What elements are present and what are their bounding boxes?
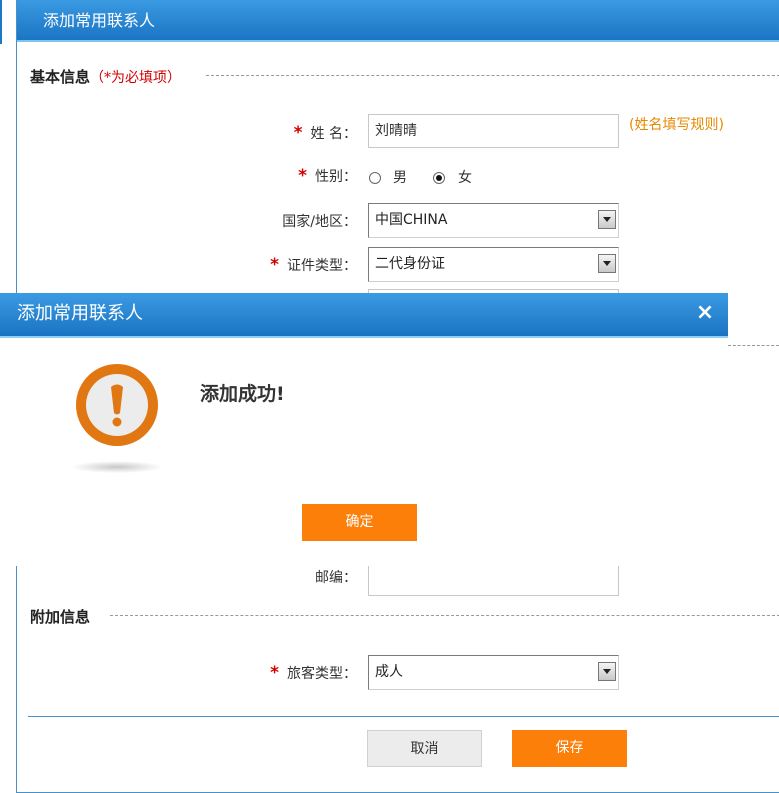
postcode-label: 邮编： [207, 567, 357, 587]
required-star: * [298, 166, 307, 186]
basic-info-heading: 基本信息 [30, 68, 91, 86]
passenger-type-label: * 旅客类型： [207, 663, 357, 683]
passenger-type-label-text: 旅客类型： [287, 666, 357, 682]
name-rule-link[interactable]: (姓名填写规则) [629, 114, 724, 134]
id-type-select-value: 二代身份证 [375, 256, 445, 272]
required-star: * [270, 255, 279, 275]
gender-label-text: 性别： [315, 169, 357, 185]
save-button[interactable]: 保存 [512, 730, 627, 767]
name-input[interactable]: 刘晴晴 [368, 114, 619, 148]
country-select[interactable]: 中国CHINA [368, 203, 619, 238]
left-edge-accent [0, 0, 2, 44]
dialog-title: 添加常用联系人 [17, 303, 143, 324]
confirm-button[interactable]: 确定 [302, 504, 417, 541]
gender-male-label: 男 [393, 170, 407, 186]
passenger-type-select[interactable]: 成人 [368, 655, 619, 690]
country-label: 国家/地区： [207, 211, 357, 231]
name-label: * 姓 名： [207, 123, 357, 143]
success-dialog: 添加常用联系人 × 添加成功! 确定 [0, 293, 779, 566]
name-label-text: 姓 名： [310, 126, 357, 142]
required-star: * [293, 123, 303, 143]
dialog-message: 添加成功! [200, 383, 285, 405]
dialog-title-bar: 添加常用联系人 × [0, 293, 728, 338]
basic-info-section-title: 基本信息（*为必填项） [30, 66, 181, 87]
id-type-label: * 证件类型： [207, 255, 357, 275]
basic-info-divider [206, 75, 779, 76]
id-type-select[interactable]: 二代身份证 [368, 247, 619, 282]
cancel-button[interactable]: 取消 [367, 730, 482, 767]
footer-divider [28, 716, 779, 717]
postcode-label-text: 邮编： [315, 570, 357, 586]
gender-label: * 性别： [207, 166, 357, 186]
postcode-input[interactable] [368, 566, 619, 596]
form-title-bar: 添加常用联系人 [17, 0, 779, 42]
icon-shadow [72, 461, 162, 473]
form-title: 添加常用联系人 [43, 11, 156, 30]
passenger-type-select-value: 成人 [375, 664, 403, 680]
warning-exclamation-icon [76, 364, 158, 446]
close-icon[interactable]: × [694, 293, 716, 335]
country-select-value: 中国CHINA [375, 212, 448, 228]
chevron-down-icon[interactable] [598, 662, 616, 681]
country-label-text: 国家/地区： [282, 214, 357, 230]
chevron-down-icon[interactable] [598, 254, 616, 273]
required-star: * [270, 663, 279, 683]
chevron-down-icon[interactable] [598, 210, 616, 229]
extra-info-divider [110, 615, 779, 616]
extra-info-section-title: 附加信息 [30, 608, 91, 626]
required-hint: （*为必填项） [90, 70, 182, 86]
gender-female-label: 女 [458, 170, 472, 186]
gender-female-radio[interactable] [433, 172, 445, 184]
gender-male-radio[interactable] [369, 172, 381, 184]
id-type-label-text: 证件类型： [287, 258, 357, 274]
background-divider-peek [728, 345, 779, 346]
